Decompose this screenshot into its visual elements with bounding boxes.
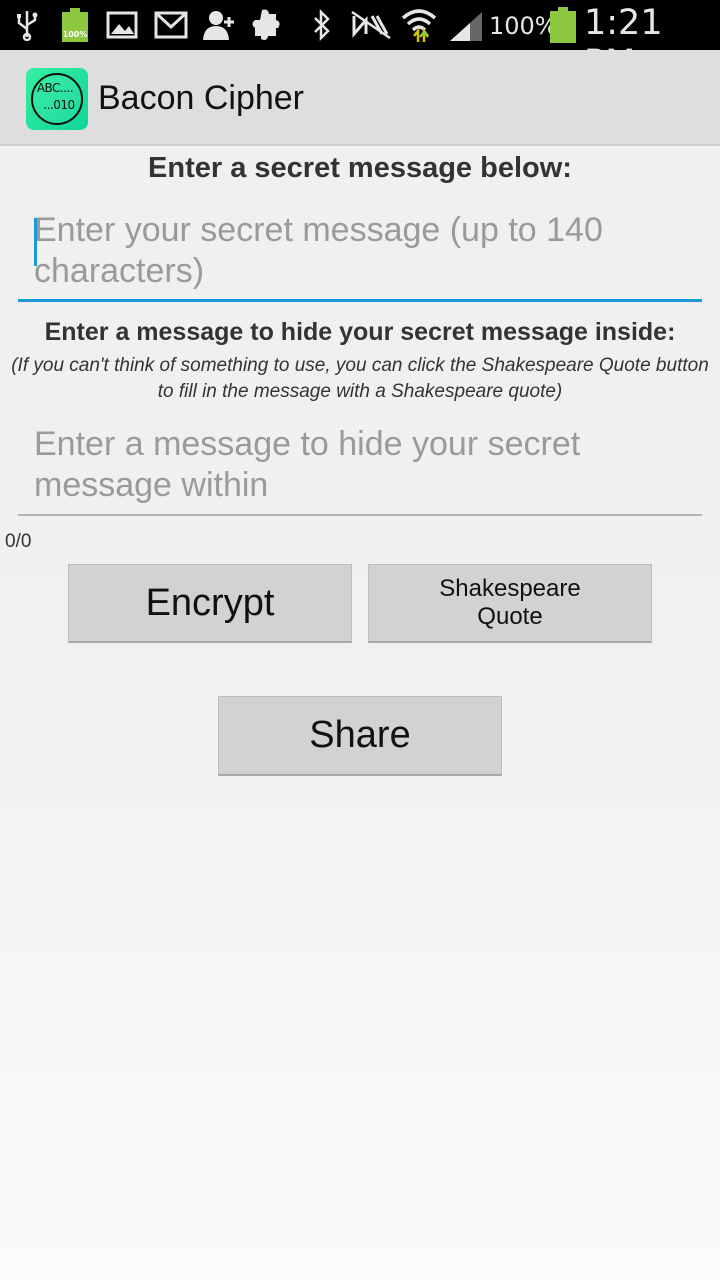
share-button[interactable]: Share	[218, 696, 502, 776]
cover-message-hint-line2: to fill in the message with a Shakespear…	[157, 381, 563, 402]
app-title: Bacon Cipher	[98, 79, 305, 117]
text-cursor	[34, 218, 37, 266]
battery-percent: 100%	[489, 12, 558, 40]
cover-message-label: Enter a message to hide your secret mess…	[44, 318, 676, 346]
share-button-label: Share	[309, 714, 411, 756]
usb-icon	[17, 11, 38, 41]
app-logo-line2: ...010	[43, 98, 75, 112]
cover-message-placeholder: Enter a message to hide your secret mess…	[34, 425, 581, 504]
secret-message-field[interactable]: Enter your secret message (up to 140 cha…	[18, 204, 702, 302]
nfc-off-icon	[351, 10, 391, 40]
app-logo-icon: ABC.... ...010	[26, 68, 88, 130]
app-logo-line1: ABC....	[36, 81, 74, 95]
puzzle-app-icon	[252, 9, 280, 40]
secret-message-label: Enter a secret message below:	[148, 152, 572, 184]
status-bar: 100% 100% 1:21 PM	[0, 0, 720, 83]
signal-icon	[450, 12, 482, 41]
shakespeare-quote-button[interactable]: Shakespeare Quote	[368, 564, 652, 643]
bluetooth-icon	[314, 9, 330, 41]
shakespeare-button-label-line1: Shakespeare	[439, 575, 581, 602]
character-counter: 0/0	[5, 531, 32, 552]
battery-small-label: 100%	[62, 30, 88, 39]
add-contact-icon	[203, 11, 234, 40]
action-bar: ABC.... ...010 Bacon Cipher	[0, 50, 720, 146]
cover-message-field[interactable]: Enter a message to hide your secret mess…	[18, 420, 702, 516]
secret-field-underline	[18, 299, 702, 302]
secret-message-placeholder: Enter your secret message (up to 140 cha…	[34, 211, 603, 290]
gmail-icon	[154, 11, 188, 39]
cover-message-hint-line1: (If you can't think of something to use,…	[11, 355, 709, 376]
cover-field-underline	[18, 514, 702, 516]
battery-small-icon: 100%	[62, 8, 88, 42]
encrypt-button[interactable]: Encrypt	[68, 564, 352, 643]
gallery-icon	[106, 11, 138, 39]
encrypt-button-label: Encrypt	[145, 581, 275, 624]
shakespeare-button-label-line2: Quote	[477, 603, 543, 630]
wifi-icon	[401, 9, 437, 42]
battery-icon	[550, 7, 576, 43]
